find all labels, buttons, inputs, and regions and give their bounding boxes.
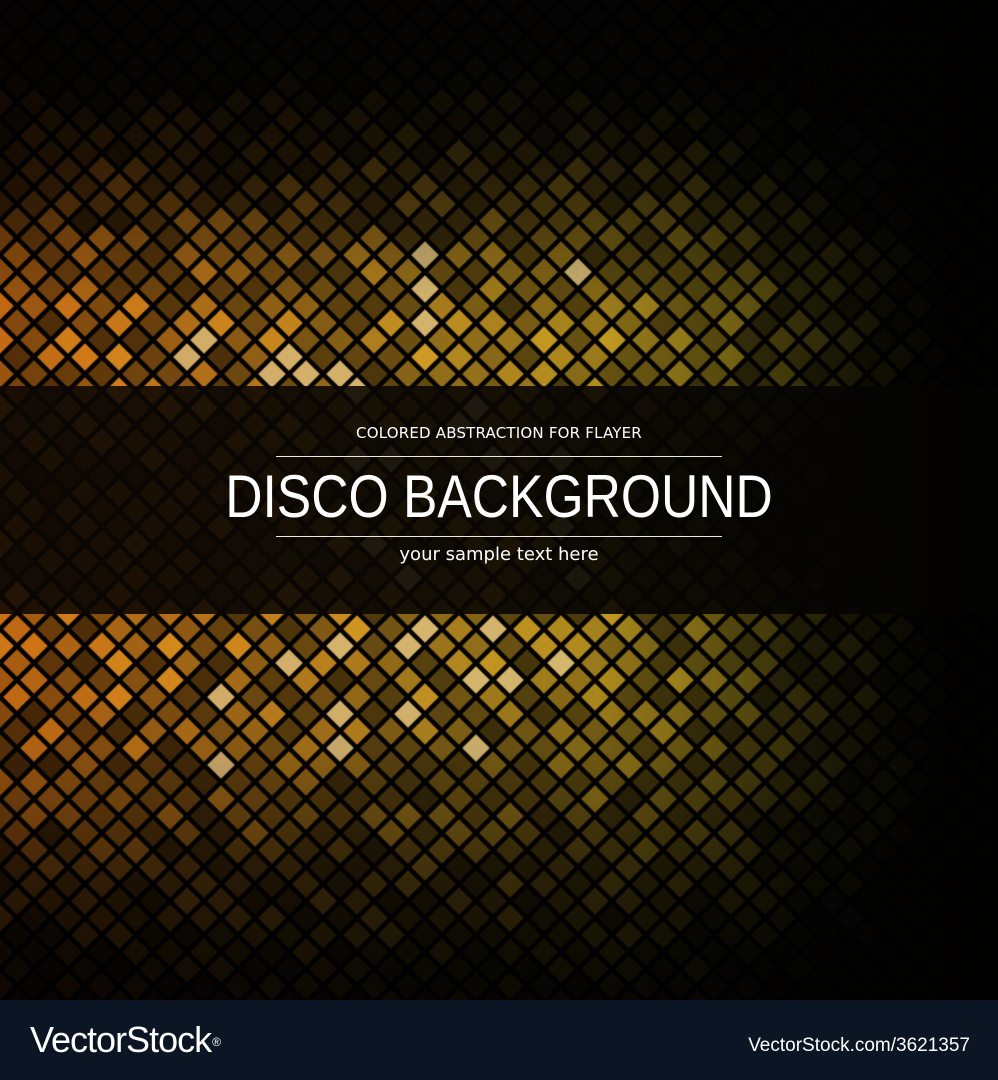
title-banner: COLORED ABSTRACTION FOR FLAYER DISCO BAC…: [0, 386, 998, 614]
divider-bottom: [276, 536, 722, 537]
registered-mark: ®: [212, 1035, 221, 1049]
brand-name: VectorStock: [30, 1019, 212, 1060]
subline-text: your sample text here: [399, 544, 599, 565]
divider-top: [276, 456, 722, 457]
stock-footer-bar: VectorStock® VectorStock.com/3621357: [0, 1000, 998, 1080]
brand-logo[interactable]: VectorStock®: [30, 1019, 221, 1060]
image-reference[interactable]: VectorStock.com/3621357: [748, 1035, 970, 1057]
title-block: COLORED ABSTRACTION FOR FLAYER DISCO BAC…: [225, 386, 773, 614]
overline-text: COLORED ABSTRACTION FOR FLAYER: [356, 424, 642, 442]
disco-background-artwork: COLORED ABSTRACTION FOR FLAYER DISCO BAC…: [0, 0, 998, 1000]
headline: DISCO BACKGROUND: [225, 463, 773, 530]
